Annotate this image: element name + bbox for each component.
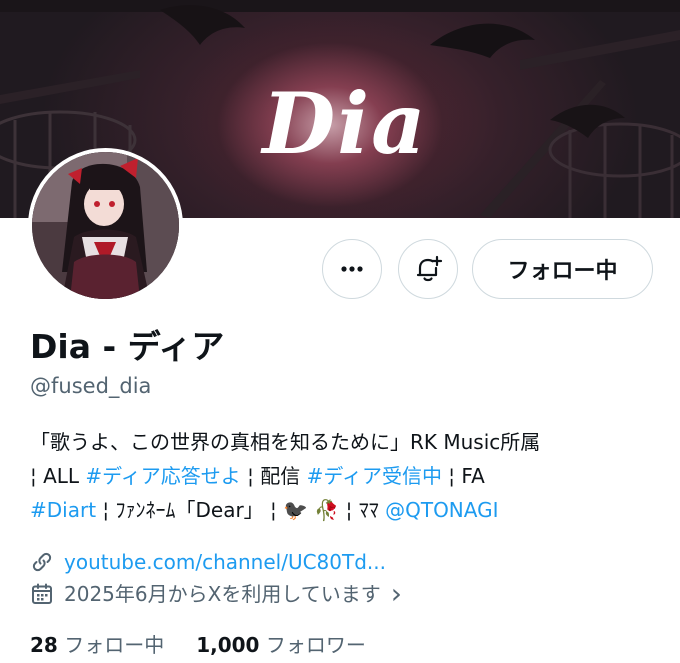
calendar-icon (32, 583, 52, 604)
hashtag-link[interactable]: #ディア受信中 (307, 464, 442, 488)
following-button[interactable]: フォロー中 (472, 239, 653, 299)
notification-button[interactable] (398, 239, 458, 299)
followers-count: 1,000 (196, 633, 260, 657)
chevron-right-icon[interactable]: › (391, 580, 402, 608)
bio-line-1: 「歌うよ、この世界の真相を知るために」RK Music所属 (30, 425, 660, 459)
following-label: フォロー中 (64, 633, 165, 657)
joined-row: 2025年6月からXを利用しています › (30, 580, 402, 608)
notification-add-icon (416, 255, 443, 282)
bio-text: 「歌うよ、この世界の真相を知るために」RK Music所属 (30, 430, 541, 454)
bio: 「歌うよ、この世界の真相を知るために」RK Music所属 ¦ ALL #ディア… (30, 425, 660, 527)
handle: @fused_dia (30, 374, 152, 398)
mention-link[interactable]: @QTONAGI (385, 498, 498, 522)
followers-label: フォロワー (265, 633, 366, 657)
avatar-illustration (32, 152, 179, 299)
avatar[interactable] (28, 148, 183, 303)
bio-line-2: ¦ ALL #ディア応答せよ ¦ 配信 #ディア受信中 ¦ FA (30, 459, 660, 493)
joined-date[interactable]: 2025年6月からXを利用しています (64, 580, 381, 608)
hashtag-link[interactable]: #ディア応答せよ (85, 464, 240, 488)
followers-link[interactable]: 1,000 フォロワー (196, 633, 366, 657)
following-link[interactable]: 28 フォロー中 (30, 633, 164, 657)
hashtag-link[interactable]: #Diart (30, 498, 96, 522)
bio-text: ¦ FA (441, 464, 485, 488)
more-button[interactable] (322, 239, 382, 299)
bio-text: ¦ ALL (30, 464, 86, 488)
more-icon (341, 266, 363, 272)
bio-line-3: #Diart ¦ ﾌｧﾝﾈｰﾑ「Dear」 ¦ 🐦‍⬛ 🥀 ¦ ﾏﾏ @QTON… (30, 493, 660, 527)
bio-text: ¦ 配信 (240, 464, 307, 488)
link-icon (32, 552, 52, 572)
website-link[interactable]: youtube.com/channel/UC80Td... (64, 548, 386, 576)
display-name: Dia - ディア (30, 327, 225, 366)
follow-stats: 28 フォロー中 1,000 フォロワー (30, 631, 366, 659)
website-row: youtube.com/channel/UC80Td... (30, 548, 386, 576)
bio-text: ¦ ﾌｧﾝﾈｰﾑ「Dear」 ¦ 🐦‍⬛ 🥀 ¦ ﾏﾏ (96, 498, 386, 522)
following-count: 28 (30, 633, 58, 657)
